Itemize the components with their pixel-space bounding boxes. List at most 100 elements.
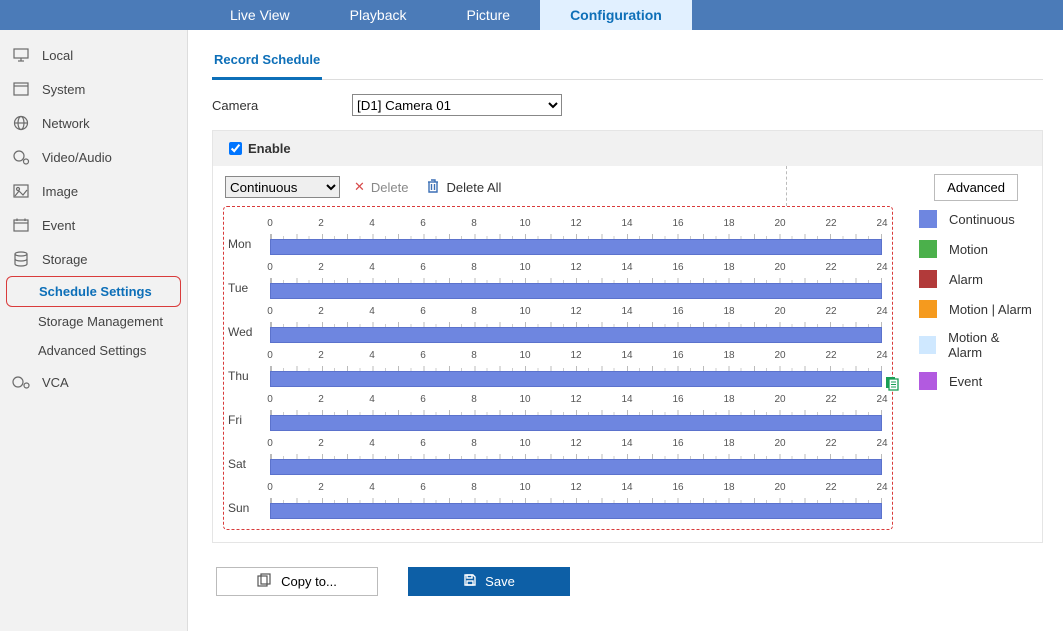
- sidebar-item-vca[interactable]: VCA: [0, 365, 187, 399]
- advanced-button[interactable]: Advanced: [934, 174, 1018, 201]
- legend-label: Motion & Alarm: [948, 330, 1032, 360]
- sidebar-label: Local: [42, 48, 73, 63]
- day-label: Tue: [228, 281, 270, 299]
- day-label: Mon: [228, 237, 270, 255]
- schedule-bar[interactable]: [270, 327, 882, 343]
- day-row[interactable]: Wed024681012141618202224: [228, 299, 882, 343]
- sidebar-sub-schedule-settings[interactable]: Schedule Settings: [6, 276, 181, 307]
- enable-bar: Enable: [213, 131, 1042, 166]
- sidebar-label: Event: [42, 218, 75, 233]
- legend: Continuous Motion Alarm Motion | Alarm Motio…: [893, 206, 1032, 530]
- nav-live-view[interactable]: Live View: [200, 0, 320, 30]
- record-type-select[interactable]: Continuous: [225, 176, 340, 198]
- sidebar-label: VCA: [42, 375, 69, 390]
- sidebar-sub-advanced-settings[interactable]: Advanced Settings: [0, 336, 187, 365]
- schedule-bar[interactable]: [270, 415, 882, 431]
- legend-item[interactable]: Motion & Alarm: [919, 330, 1032, 360]
- legend-item[interactable]: Motion | Alarm: [919, 300, 1032, 318]
- legend-swatch: [919, 372, 937, 390]
- day-row[interactable]: Sat024681012141618202224: [228, 431, 882, 475]
- camera-icon: [12, 148, 30, 166]
- sidebar-item-system[interactable]: System: [0, 72, 187, 106]
- sidebar-item-storage[interactable]: Storage: [0, 242, 187, 276]
- camera-select[interactable]: [D1] Camera 01: [352, 94, 562, 116]
- timeline[interactable]: 024681012141618202224: [270, 438, 882, 475]
- day-row[interactable]: Mon024681012141618202224: [228, 211, 882, 255]
- delete-label: Delete: [371, 180, 409, 195]
- x-icon: ✕: [354, 179, 365, 195]
- legend-item[interactable]: Alarm: [919, 270, 1032, 288]
- save-icon: [463, 573, 477, 590]
- footer: Copy to... Save: [216, 567, 1043, 596]
- nav-picture[interactable]: Picture: [436, 0, 540, 30]
- nav-configuration[interactable]: Configuration: [540, 0, 692, 30]
- camera-label: Camera: [212, 98, 352, 113]
- schedule-bar[interactable]: [270, 503, 882, 519]
- calendar-icon: [12, 216, 30, 234]
- main-content: Record Schedule Camera [D1] Camera 01 En…: [188, 30, 1063, 631]
- legend-swatch: [919, 210, 937, 228]
- timeline[interactable]: 024681012141618202224: [270, 482, 882, 519]
- day-row[interactable]: Sun024681012141618202224: [228, 475, 882, 519]
- sidebar-label: Storage: [42, 252, 88, 267]
- schedule-panel: Enable Continuous ✕ Delete Delete All Ad…: [212, 130, 1043, 543]
- copy-to-button[interactable]: Copy to...: [216, 567, 378, 596]
- sidebar-label: Network: [42, 116, 90, 131]
- sidebar-sub-storage-management[interactable]: Storage Management: [0, 307, 187, 336]
- save-label: Save: [485, 574, 515, 589]
- delete-all-button[interactable]: Delete All: [426, 178, 501, 197]
- sidebar-item-video-audio[interactable]: Video/Audio: [0, 140, 187, 174]
- day-row[interactable]: Thu024681012141618202224: [228, 343, 882, 387]
- day-label: Sat: [228, 457, 270, 475]
- legend-label: Continuous: [949, 212, 1015, 227]
- sidebar-item-event[interactable]: Event: [0, 208, 187, 242]
- vca-icon: [12, 373, 30, 391]
- window-icon: [12, 80, 30, 98]
- tab-record-schedule[interactable]: Record Schedule: [212, 44, 322, 80]
- sidebar-item-local[interactable]: Local: [0, 38, 187, 72]
- nav-playback[interactable]: Playback: [320, 0, 437, 30]
- delete-button[interactable]: ✕ Delete: [354, 179, 408, 195]
- monitor-icon: [12, 46, 30, 64]
- timeline[interactable]: 024681012141618202224: [270, 306, 882, 343]
- day-label: Fri: [228, 413, 270, 431]
- sidebar-item-image[interactable]: Image: [0, 174, 187, 208]
- timeline[interactable]: 024681012141618202224: [270, 394, 882, 431]
- legend-swatch: [919, 270, 937, 288]
- trash-icon: [426, 178, 440, 197]
- legend-item[interactable]: Continuous: [919, 210, 1032, 228]
- copy-icon: [257, 573, 273, 590]
- storage-icon: [12, 250, 30, 268]
- sidebar-label: System: [42, 82, 85, 97]
- sidebar-item-network[interactable]: Network: [0, 106, 187, 140]
- enable-label: Enable: [248, 141, 291, 156]
- camera-row: Camera [D1] Camera 01: [212, 94, 1043, 116]
- legend-swatch: [919, 240, 937, 258]
- schedule-bar[interactable]: [270, 371, 882, 387]
- legend-item[interactable]: Motion: [919, 240, 1032, 258]
- sidebar: Local System Network Video/Audio Image E…: [0, 30, 188, 631]
- legend-item[interactable]: Event: [919, 372, 1032, 390]
- timeline[interactable]: 024681012141618202224: [270, 350, 882, 387]
- schedule-bar[interactable]: [270, 239, 882, 255]
- schedule-bar[interactable]: [270, 459, 882, 475]
- save-button[interactable]: Save: [408, 567, 570, 596]
- timeline[interactable]: 024681012141618202224: [270, 218, 882, 255]
- day-row[interactable]: Fri024681012141618202224: [228, 387, 882, 431]
- timeline[interactable]: 024681012141618202224: [270, 262, 882, 299]
- legend-label: Alarm: [949, 272, 983, 287]
- legend-swatch: [919, 300, 937, 318]
- legend-swatch: [919, 336, 936, 354]
- legend-label: Motion | Alarm: [949, 302, 1032, 317]
- globe-icon: [12, 114, 30, 132]
- enable-checkbox[interactable]: [229, 142, 242, 155]
- schedule-bar[interactable]: [270, 283, 882, 299]
- delete-all-label: Delete All: [446, 180, 501, 195]
- tab-strip: Record Schedule: [212, 44, 1043, 80]
- copy-day-icon[interactable]: [884, 375, 900, 391]
- schedule-grid[interactable]: Mon024681012141618202224Tue0246810121416…: [223, 206, 893, 530]
- day-row[interactable]: Tue024681012141618202224: [228, 255, 882, 299]
- divider: [786, 166, 787, 206]
- day-label: Sun: [228, 501, 270, 519]
- legend-label: Motion: [949, 242, 988, 257]
